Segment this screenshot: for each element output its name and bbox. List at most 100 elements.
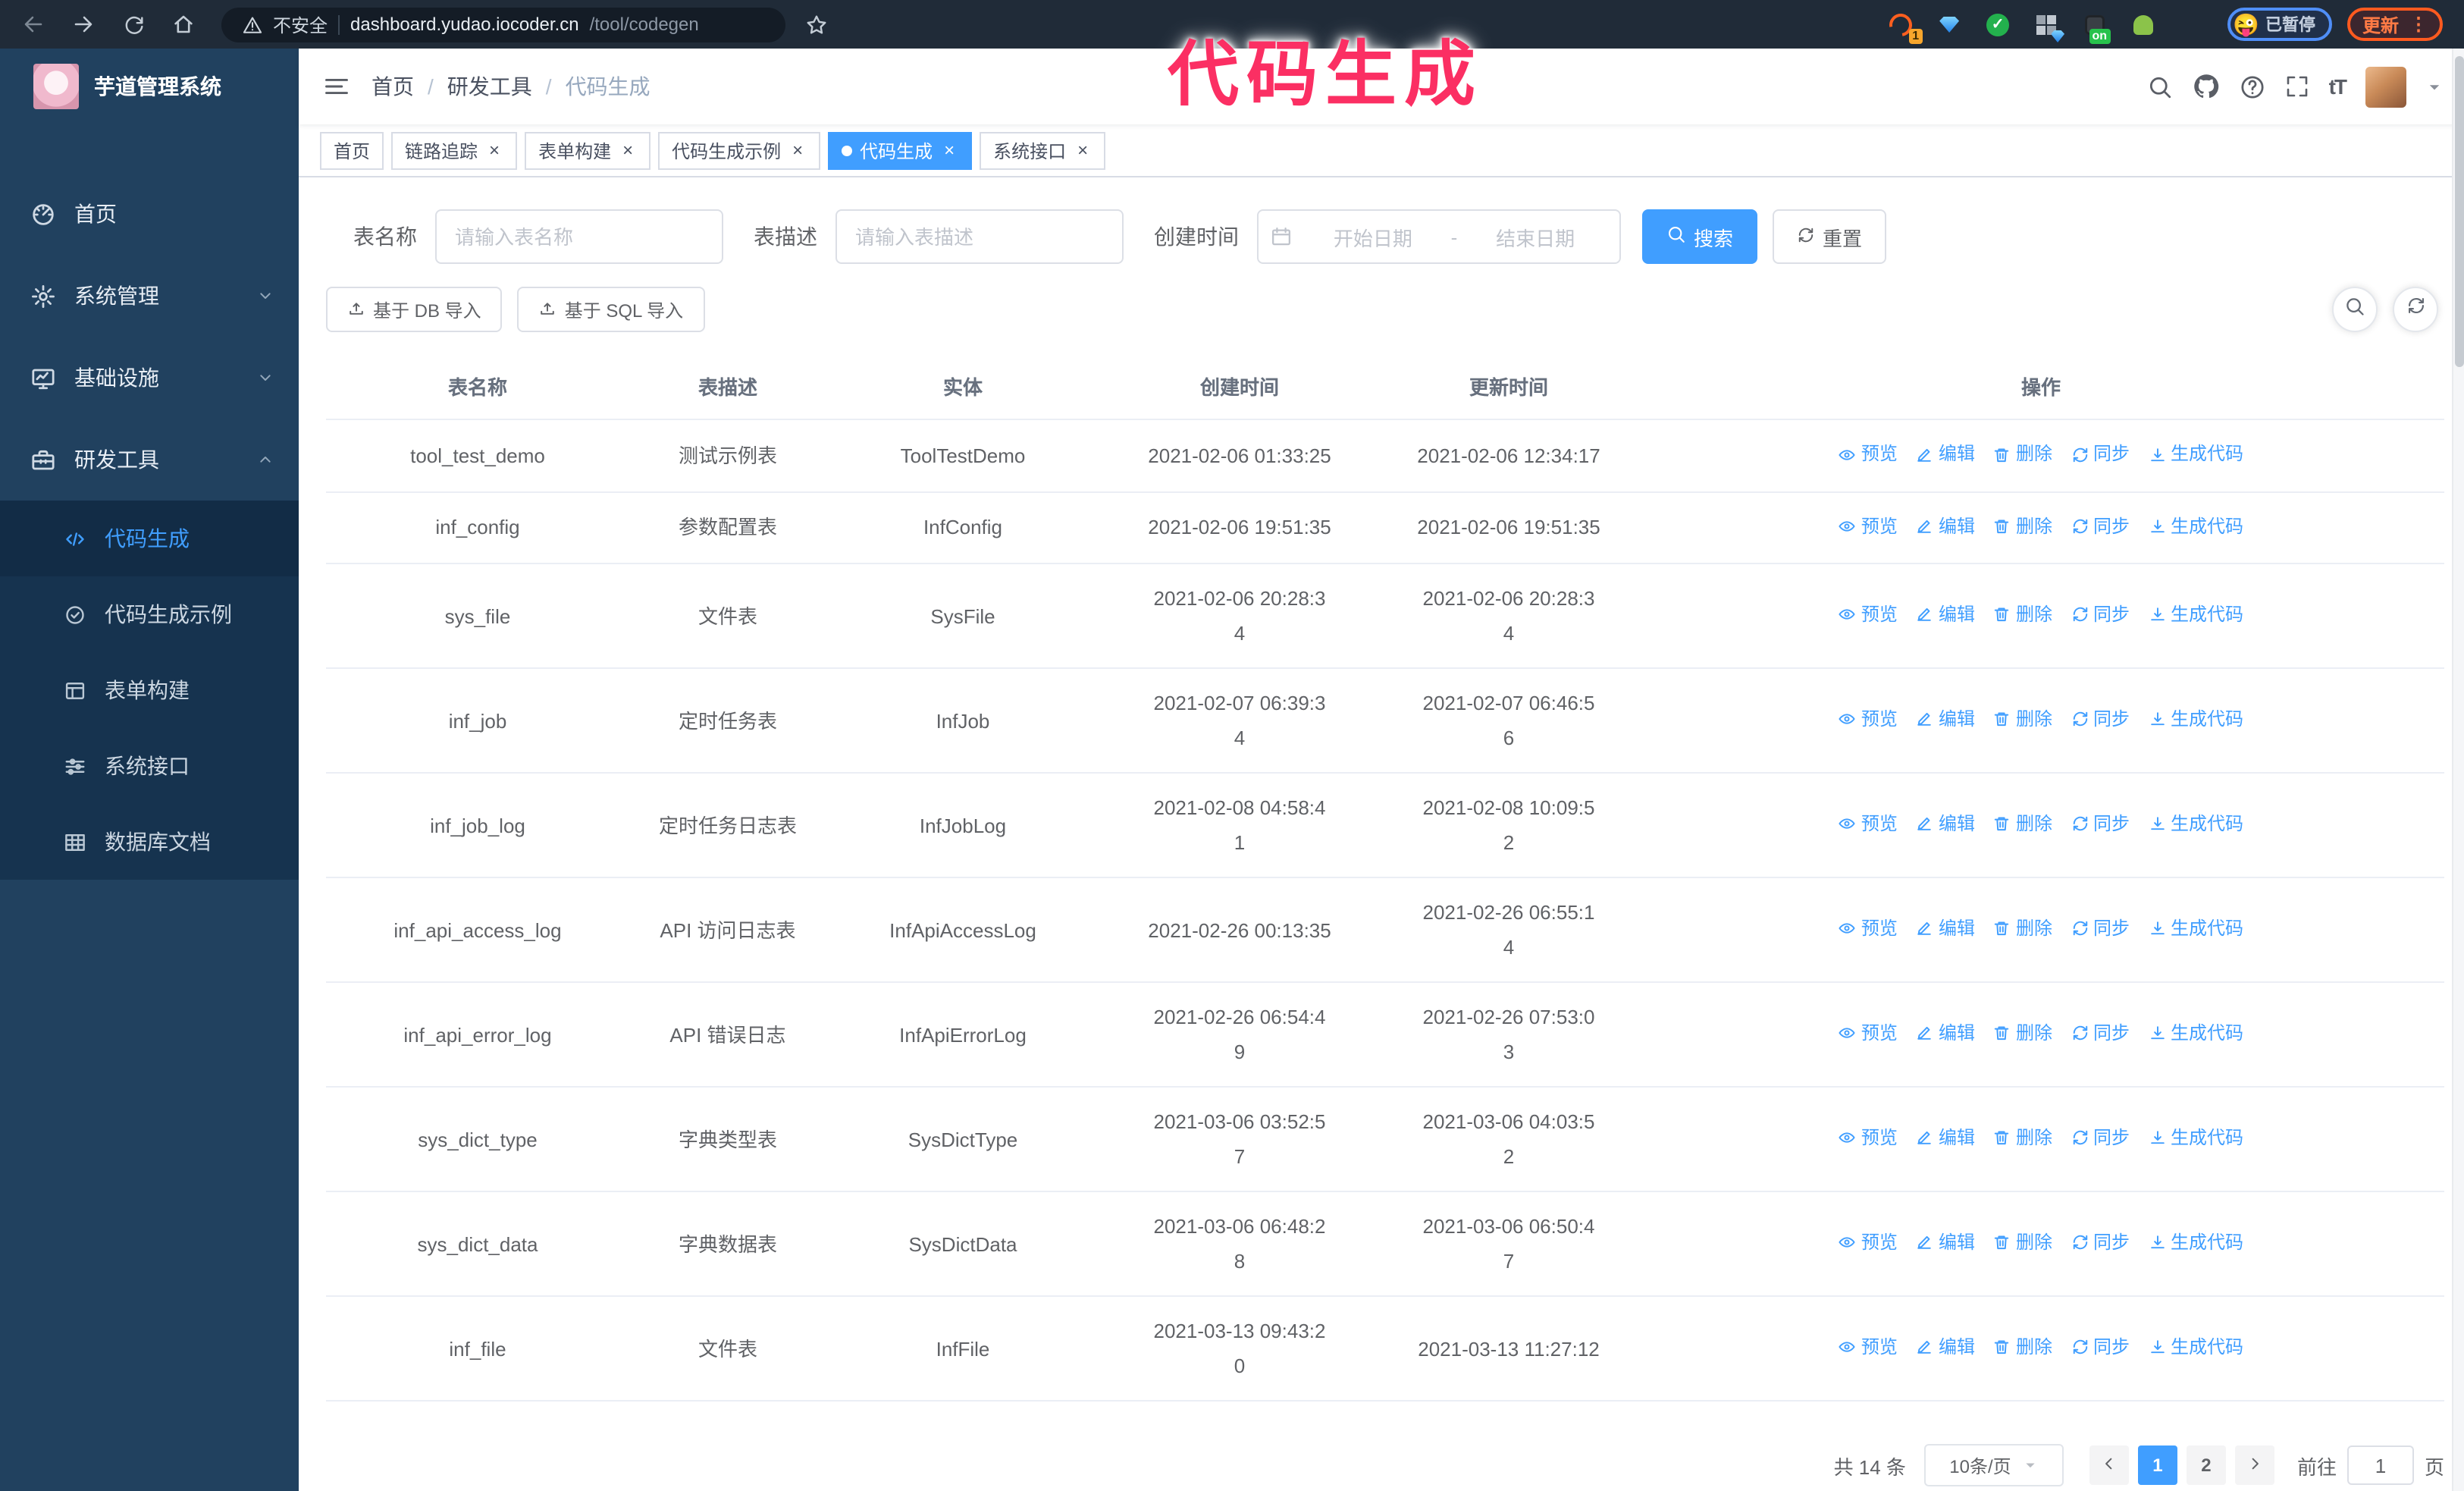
action-删除[interactable]: 删除 [1993, 437, 2052, 472]
sidebar-item-codegen[interactable]: 代码生成 [0, 501, 299, 576]
action-同步[interactable]: 同步 [2071, 702, 2130, 737]
action-同步[interactable]: 同步 [2071, 1016, 2130, 1051]
help-icon[interactable] [2240, 74, 2265, 99]
action-预览[interactable]: 预览 [1839, 598, 1898, 632]
action-编辑[interactable]: 编辑 [1916, 807, 1975, 842]
action-编辑[interactable]: 编辑 [1916, 1330, 1975, 1365]
action-删除[interactable]: 删除 [1993, 1121, 2052, 1156]
action-编辑[interactable]: 编辑 [1916, 702, 1975, 737]
action-删除[interactable]: 删除 [1993, 1016, 2052, 1051]
sidebar-item-home[interactable]: 首页 [0, 173, 299, 255]
action-生成代码[interactable]: 生成代码 [2148, 1330, 2243, 1365]
action-编辑[interactable]: 编辑 [1916, 1121, 1975, 1156]
app-logo-row[interactable]: 芋道管理系统 [0, 49, 299, 124]
page-button-1[interactable]: 1 [2137, 1445, 2177, 1485]
action-预览[interactable]: 预览 [1839, 509, 1898, 544]
sidebar-item-codegen-example[interactable]: 代码生成示例 [0, 576, 299, 652]
action-预览[interactable]: 预览 [1839, 912, 1898, 946]
refresh-table-button[interactable] [2393, 287, 2438, 332]
tab-首页[interactable]: 首页 [320, 131, 384, 169]
tab-close-icon[interactable]: × [619, 141, 637, 159]
action-删除[interactable]: 删除 [1993, 912, 2052, 946]
font-size-icon[interactable]: tT [2329, 74, 2347, 99]
avatar-caret-down-icon[interactable] [2426, 78, 2443, 95]
search-button[interactable]: 搜索 [1642, 209, 1758, 264]
action-预览[interactable]: 预览 [1839, 1330, 1898, 1365]
browser-back-icon[interactable] [15, 6, 52, 42]
browser-forward-icon[interactable] [65, 6, 102, 42]
reset-button[interactable]: 重置 [1773, 209, 1887, 264]
extension-grid-gem-icon[interactable] [2033, 11, 2060, 38]
action-编辑[interactable]: 编辑 [1916, 1226, 1975, 1260]
action-生成代码[interactable]: 生成代码 [2148, 437, 2243, 472]
action-预览[interactable]: 预览 [1839, 1121, 1898, 1156]
user-avatar[interactable] [2365, 66, 2406, 107]
browser-home-icon[interactable] [165, 6, 202, 42]
page-button-2[interactable]: 2 [2186, 1445, 2226, 1485]
action-编辑[interactable]: 编辑 [1916, 912, 1975, 946]
tab-代码生成[interactable]: 代码生成 × [828, 131, 973, 169]
action-删除[interactable]: 删除 [1993, 509, 2052, 544]
action-同步[interactable]: 同步 [2071, 1121, 2130, 1156]
sidebar-item-db-doc[interactable]: 数据库文档 [0, 804, 299, 880]
toggle-search-button[interactable] [2332, 287, 2378, 332]
sidebar-item-infrastructure[interactable]: 基础设施 [0, 337, 299, 419]
action-编辑[interactable]: 编辑 [1916, 437, 1975, 472]
create-time-range-picker[interactable]: 开始日期 - 结束日期 [1257, 209, 1621, 264]
tab-close-icon[interactable]: × [788, 141, 807, 159]
action-生成代码[interactable]: 生成代码 [2148, 1226, 2243, 1260]
action-同步[interactable]: 同步 [2071, 1226, 2130, 1260]
extension-dark-on-icon[interactable]: on [2081, 11, 2111, 44]
action-同步[interactable]: 同步 [2071, 437, 2130, 472]
import-db-button[interactable]: 基于 DB 导入 [326, 287, 503, 332]
action-同步[interactable]: 同步 [2071, 807, 2130, 842]
action-预览[interactable]: 预览 [1839, 807, 1898, 842]
action-生成代码[interactable]: 生成代码 [2148, 702, 2243, 737]
tab-close-icon[interactable]: × [1074, 141, 1092, 159]
action-同步[interactable]: 同步 [2071, 598, 2130, 632]
sidebar-item-dev-tools[interactable]: 研发工具 [0, 419, 299, 501]
sidebar-item-system-api[interactable]: 系统接口 [0, 728, 299, 804]
action-预览[interactable]: 预览 [1839, 437, 1898, 472]
goto-page-input[interactable] [2346, 1445, 2414, 1485]
import-sql-button[interactable]: 基于 SQL 导入 [517, 287, 705, 332]
tab-系统接口[interactable]: 系统接口 × [980, 131, 1106, 169]
extension-refresh-orange-icon[interactable]: 1 [1887, 11, 1923, 44]
breadcrumb-dev-tools[interactable]: 研发工具 [447, 71, 532, 102]
address-bar[interactable]: 不安全 dashboard.yudao.iocoder.cn/tool/code… [221, 7, 785, 42]
next-page-button[interactable] [2234, 1445, 2274, 1485]
extension-green-bot-icon[interactable] [2130, 11, 2157, 38]
extension-gem-icon[interactable] [1936, 11, 1963, 38]
github-icon[interactable] [2193, 73, 2220, 100]
extension-check-green-icon[interactable] [1984, 11, 2011, 38]
action-删除[interactable]: 删除 [1993, 807, 2052, 842]
action-删除[interactable]: 删除 [1993, 598, 2052, 632]
action-生成代码[interactable]: 生成代码 [2148, 598, 2243, 632]
tab-表单构建[interactable]: 表单构建 × [525, 131, 651, 169]
action-删除[interactable]: 删除 [1993, 702, 2052, 737]
action-编辑[interactable]: 编辑 [1916, 509, 1975, 544]
sidebar-item-form-builder[interactable]: 表单构建 [0, 652, 299, 728]
action-编辑[interactable]: 编辑 [1916, 1016, 1975, 1051]
action-删除[interactable]: 删除 [1993, 1226, 2052, 1260]
header-search-icon[interactable] [2147, 74, 2173, 99]
action-生成代码[interactable]: 生成代码 [2148, 807, 2243, 842]
browser-update-button[interactable]: 更新 ⋮ [2346, 8, 2443, 41]
table-name-input[interactable] [435, 209, 723, 264]
action-同步[interactable]: 同步 [2071, 912, 2130, 946]
action-生成代码[interactable]: 生成代码 [2148, 912, 2243, 946]
action-生成代码[interactable]: 生成代码 [2148, 509, 2243, 544]
action-生成代码[interactable]: 生成代码 [2148, 1016, 2243, 1051]
action-编辑[interactable]: 编辑 [1916, 598, 1975, 632]
action-预览[interactable]: 预览 [1839, 702, 1898, 737]
kebab-menu-icon[interactable]: ⋮ [2409, 14, 2428, 35]
tab-代码生成示例[interactable]: 代码生成示例 × [658, 131, 821, 169]
prev-page-button[interactable] [2089, 1445, 2129, 1485]
extension-puzzle-icon[interactable] [2178, 11, 2205, 38]
table-desc-input[interactable] [835, 209, 1124, 264]
sidebar-toggle-icon[interactable] [323, 73, 350, 100]
browser-reload-icon[interactable] [115, 6, 152, 42]
tab-close-icon[interactable]: × [940, 141, 958, 159]
tab-链路追踪[interactable]: 链路追踪 × [391, 131, 518, 169]
action-预览[interactable]: 预览 [1839, 1226, 1898, 1260]
